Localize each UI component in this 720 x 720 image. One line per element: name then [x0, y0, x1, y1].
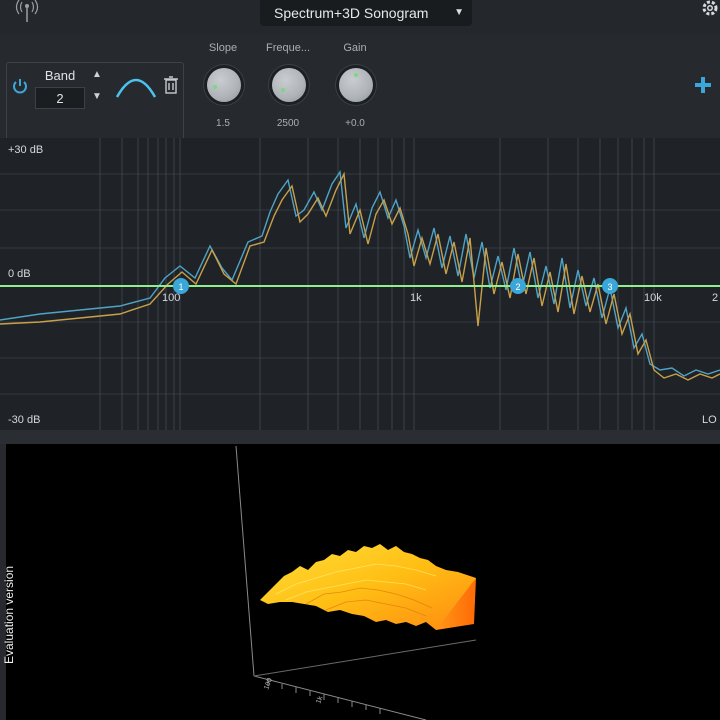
power-icon[interactable]	[11, 77, 29, 95]
gain-value: +0.0	[345, 118, 365, 129]
frequency-knob[interactable]	[272, 68, 306, 102]
freq-label-10k: 10k	[644, 292, 662, 304]
up-arrow-icon[interactable]: ▲	[87, 65, 107, 85]
sonogram-surface: 100 1k	[235, 445, 477, 720]
sono-tick-1k: 1k	[315, 695, 324, 705]
gear-icon[interactable]	[698, 0, 720, 20]
freq-label-1k: 1k	[410, 292, 422, 304]
db-label-top: +30 dB	[8, 144, 44, 156]
frequency-value: 2500	[276, 118, 300, 129]
gain-label: Gain	[343, 42, 367, 54]
band-label: Band	[44, 68, 76, 83]
frequency-label: Freque...	[265, 42, 311, 54]
trash-icon[interactable]	[163, 75, 179, 95]
bell-curve-icon[interactable]	[111, 69, 161, 105]
db-label-bottom: -30 dB	[8, 414, 41, 426]
band-controls: Band 2 ▲ ▼ Slope 1.5 Freque... 2500 Gain…	[0, 34, 720, 144]
view-mode-label: Spectrum+3D Sonogram	[274, 5, 429, 21]
freq-label-edge: 2	[712, 292, 719, 304]
add-band-icon[interactable]	[692, 74, 714, 96]
slope-label: Slope	[208, 42, 238, 54]
chevron-down-icon: ▼	[454, 7, 464, 18]
antenna-icon[interactable]	[12, 0, 42, 22]
gain-knob[interactable]	[339, 68, 373, 102]
svg-text:2: 2	[515, 282, 520, 292]
spectrum-graph: 1 2 3	[0, 138, 720, 430]
freq-label-100: 100	[162, 292, 181, 304]
band-marker-3[interactable]: 3	[602, 278, 618, 294]
panel-divider	[0, 430, 720, 444]
svg-text:1: 1	[178, 282, 183, 292]
evaluation-watermark: Evaluation version	[2, 565, 16, 664]
band-number-field[interactable]: 2	[35, 87, 85, 109]
sonogram-3d-view[interactable]: 100 1k	[6, 444, 720, 720]
slope-value: 1.5	[216, 118, 230, 129]
corner-label: LO	[702, 414, 717, 426]
slope-knob[interactable]	[207, 68, 241, 102]
band-marker-2[interactable]: 2	[510, 278, 526, 294]
spectrum-analyzer[interactable]: 1 2 3 +30 dB 0 dB -30 dB 100 1k 10k 2 LO	[0, 138, 720, 430]
band-editor: Band 2 ▲ ▼	[6, 62, 184, 144]
svg-text:3: 3	[607, 282, 612, 292]
top-bar: Spectrum+3D Sonogram ▼	[0, 0, 720, 35]
view-mode-select[interactable]: Spectrum+3D Sonogram ▼	[260, 0, 472, 26]
db-label-zero: 0 dB	[8, 268, 31, 280]
down-arrow-icon[interactable]: ▼	[87, 87, 107, 107]
